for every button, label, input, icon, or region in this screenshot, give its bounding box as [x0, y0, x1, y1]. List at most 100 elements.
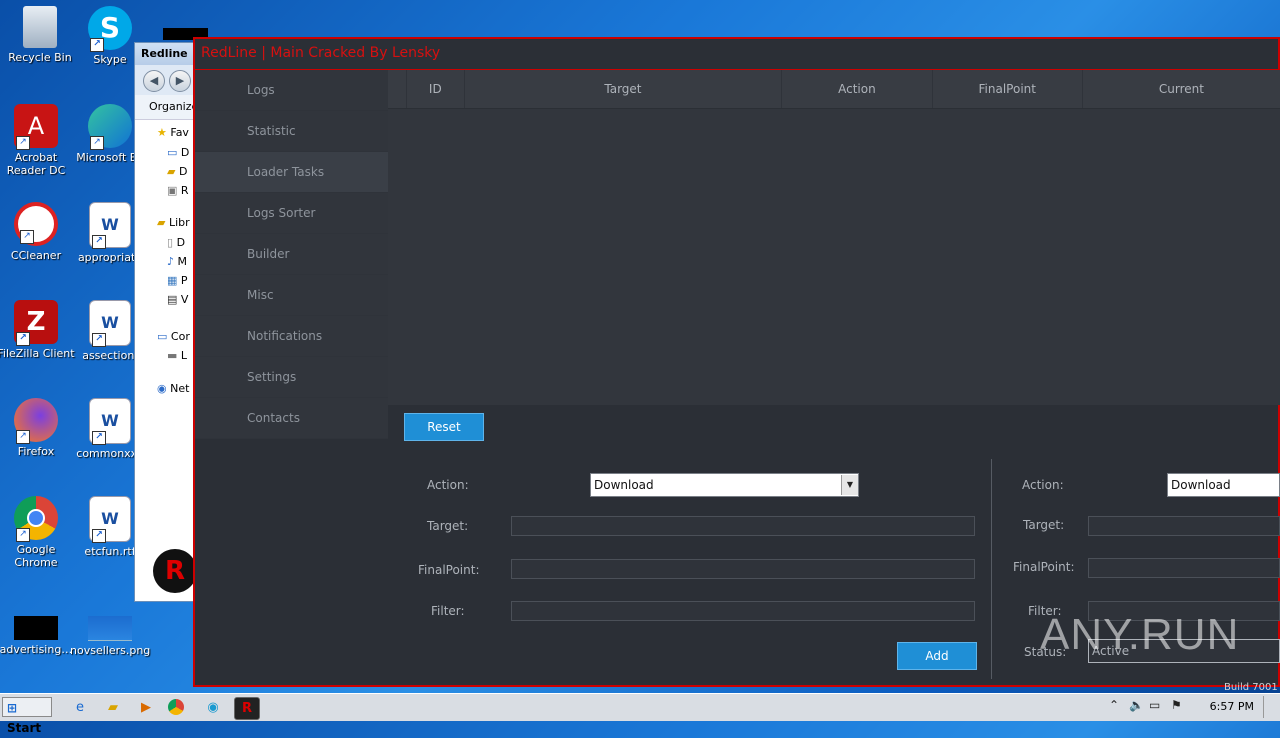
edit-action-select[interactable]: Download [1167, 473, 1280, 497]
tree-item[interactable]: ▰ D [167, 165, 187, 178]
finalpoint-input[interactable] [511, 559, 975, 579]
column-header-finalpoint[interactable]: FinalPoint [933, 70, 1083, 108]
chrome-icon: ↗ [14, 496, 58, 542]
word-doc-icon: W ↗ [89, 300, 131, 347]
column-header-target[interactable]: Target [465, 70, 783, 108]
file-explorer-icon[interactable]: ▰ [101, 697, 125, 718]
desktop-icon-label: FileZilla Client [0, 347, 75, 360]
redline-window[interactable]: RedLine | Main Cracked By Lensky Logs St… [193, 37, 1280, 687]
tasks-grid[interactable]: ID Target Action FinalPoint Current [388, 70, 1280, 405]
tree-item[interactable]: ▯ D [167, 236, 185, 249]
show-desktop-button[interactable] [1263, 696, 1278, 718]
add-button[interactable]: Add [897, 642, 977, 670]
forward-icon[interactable]: ▶ [169, 70, 191, 92]
documents-icon: ▯ [167, 236, 174, 249]
computer-icon: ▭ [157, 330, 168, 343]
word-doc-icon: W ↗ [89, 398, 131, 445]
desktop-icon-label: novsellers.png [70, 644, 151, 657]
desktop-icon-advertising[interactable]: advertising… [0, 616, 76, 656]
sidebar-item-misc[interactable]: Misc [195, 275, 388, 316]
filter-label: Filter: [431, 604, 465, 618]
library-icon: ▰ [157, 216, 166, 229]
back-icon[interactable]: ◀ [143, 70, 165, 92]
chrome-taskbar-icon[interactable] [168, 699, 184, 715]
firefox-icon: ↗ [14, 398, 58, 444]
volume-icon[interactable]: 🔈 [1129, 698, 1144, 712]
skype-icon: S ↗ [88, 6, 132, 52]
tree-item[interactable]: ▭ D [167, 146, 189, 159]
tree-item-favorites[interactable]: ★ Fav [157, 126, 189, 139]
sidebar-item-notifications[interactable]: Notifications [195, 316, 388, 357]
tray-expand-icon[interactable]: ⌃ [1109, 698, 1119, 712]
sidebar-item-builder[interactable]: Builder [195, 234, 388, 275]
anyrun-watermark: ANY.RUN [1040, 610, 1240, 659]
desktop-icon-label: advertising… [0, 643, 73, 656]
action-label: Action: [427, 478, 469, 492]
desktop-icon-novsellers[interactable]: novsellers.png [70, 616, 150, 657]
grid-row-header [388, 70, 407, 108]
sidebar-item-settings[interactable]: Settings [195, 357, 388, 398]
tree-item[interactable]: ▤ V [167, 293, 188, 306]
finalpoint-label: FinalPoint: [418, 563, 480, 577]
network-tray-icon[interactable]: ▭ [1149, 698, 1160, 712]
desktop-icon-label: CCleaner [10, 249, 62, 262]
chevron-down-icon[interactable]: ▼ [841, 475, 858, 495]
tree-item[interactable]: ♪ M [167, 255, 187, 268]
tree-item-computer[interactable]: ▭ Cor [157, 330, 190, 343]
app-titlebar[interactable]: RedLine | Main Cracked By Lensky [195, 39, 1278, 70]
desktop-icon-chrome[interactable]: ↗ Google Chrome [0, 496, 76, 569]
file-icon [14, 616, 58, 640]
edit-finalpoint-label: FinalPoint: [1013, 560, 1075, 574]
desktop-icon-label: Firefox [17, 445, 55, 458]
app-title: RedLine | Main Cracked By Lensky [201, 45, 441, 61]
edit-finalpoint-input[interactable] [1088, 558, 1280, 578]
edge-taskbar-icon[interactable]: ◉ [201, 697, 225, 718]
desktop-icon-acrobat[interactable]: A ↗ Acrobat Reader DC [0, 104, 76, 177]
grid-header: ID Target Action FinalPoint Current [388, 70, 1280, 109]
folder-icon: ▰ [167, 165, 176, 178]
media-player-icon[interactable]: ▶ [134, 697, 158, 718]
desktop-icon-ccleaner[interactable]: ↗ CCleaner [0, 202, 76, 262]
sidebar-item-contacts[interactable]: Contacts [195, 398, 388, 439]
column-header-current[interactable]: Current [1083, 70, 1280, 108]
tree-item-network[interactable]: ◉ Net [157, 382, 189, 395]
sidebar-item-loader-tasks[interactable]: Loader Tasks [195, 152, 388, 193]
pictures-icon: ▦ [167, 274, 178, 287]
music-icon: ♪ [167, 255, 175, 268]
start-button[interactable]: ⊞ Start [2, 697, 52, 735]
word-doc-icon: W ↗ [89, 202, 131, 249]
image-icon [88, 616, 132, 641]
target-input[interactable] [511, 516, 975, 536]
desktop-icon-label: Google Chrome [14, 543, 58, 569]
target-label: Target: [427, 519, 469, 533]
desktop-icon: ▭ [167, 146, 178, 159]
desktop-icon-firefox[interactable]: ↗ Firefox [0, 398, 76, 458]
redline-logo-icon: R [153, 549, 197, 593]
ccleaner-icon: ↗ [14, 202, 58, 246]
filter-input[interactable] [511, 601, 975, 621]
acrobat-icon: A ↗ [14, 104, 58, 150]
tree-item[interactable]: ▦ P [167, 274, 188, 287]
reset-button[interactable]: Reset [404, 413, 484, 441]
flag-icon[interactable]: ⚑ [1171, 698, 1182, 712]
desktop-icon-recycle-bin[interactable]: Recycle Bin [0, 6, 80, 64]
edit-target-input[interactable] [1088, 516, 1280, 536]
sidebar-item-logs[interactable]: Logs [195, 70, 388, 111]
sidebar-item-statistic[interactable]: Statistic [195, 111, 388, 152]
column-header-id[interactable]: ID [407, 70, 465, 108]
column-header-action[interactable]: Action [782, 70, 933, 108]
clock[interactable]: 6:57 PM [1210, 700, 1254, 713]
sidebar-item-logs-sorter[interactable]: Logs Sorter [195, 193, 388, 234]
tree-item[interactable]: ▬ L [167, 349, 187, 362]
windows-logo-icon: ⊞ [7, 701, 18, 715]
tree-item-libraries[interactable]: ▰ Libr [157, 216, 190, 229]
internet-explorer-icon[interactable]: e [68, 697, 92, 718]
recycle-bin-icon [23, 6, 57, 48]
recent-icon: ▣ [167, 184, 178, 197]
word-doc-icon: W ↗ [89, 496, 131, 543]
action-select[interactable]: Download ▼ [590, 473, 859, 497]
tree-item[interactable]: ▣ R [167, 184, 189, 197]
edit-target-label: Target: [1023, 518, 1065, 532]
desktop-icon-filezilla[interactable]: Z ↗ FileZilla Client [0, 300, 76, 360]
redline-taskbar-icon[interactable]: R [234, 697, 260, 720]
